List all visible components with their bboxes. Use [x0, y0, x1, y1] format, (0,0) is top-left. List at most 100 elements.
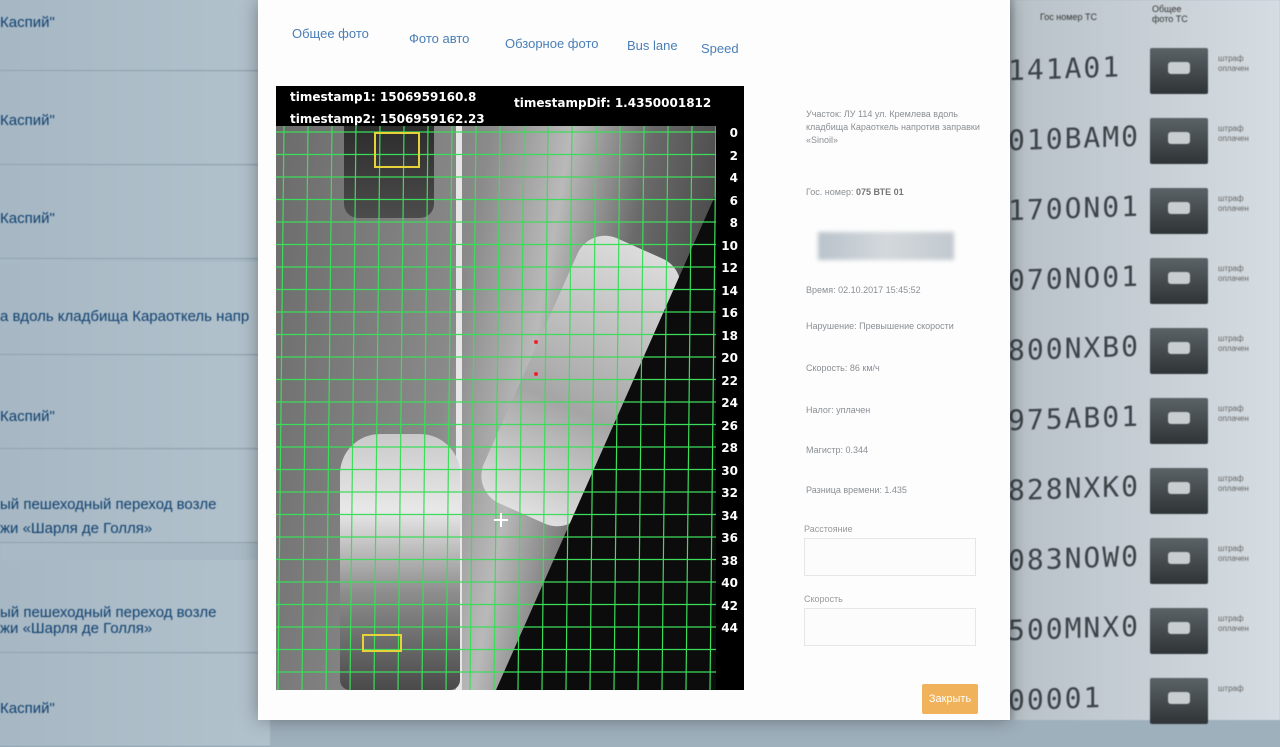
distance-field[interactable]	[804, 538, 976, 576]
tracking-point	[534, 372, 538, 376]
tab-car-photo[interactable]: Фото авто	[409, 31, 469, 46]
grid-line	[469, 126, 477, 690]
car-thumbnail[interactable]	[1150, 538, 1208, 584]
scale-tick-label: 22	[721, 373, 738, 388]
list-item[interactable]: Каспий"	[0, 166, 270, 259]
grid-line	[589, 126, 597, 690]
distance-scale: 0 2 4 6 8 10 12 14 16 18 20 22 24 26 28 30 32 34 36 38 40 42 4…	[712, 126, 738, 644]
grid-line	[325, 126, 333, 690]
list-item[interactable]: Каспий"	[0, 654, 270, 747]
car-thumbnail[interactable]	[1150, 468, 1208, 514]
tab-overview-photo[interactable]: Обзорное фото	[505, 36, 598, 51]
list-item[interactable]: а вдоль кладбища Караоткель напр	[0, 262, 270, 355]
tab-bus-lane[interactable]: Bus lane	[627, 38, 678, 53]
car-thumbnail[interactable]	[1150, 258, 1208, 304]
grid-line	[493, 126, 501, 690]
scale-tick-label: 40	[721, 576, 738, 590]
plate-row: Гос. номер: 075 ВТЕ 01	[806, 186, 981, 199]
table-row[interactable]: 010BAM01 штраф оплачен	[1000, 110, 1280, 180]
scale-tick-label: 26	[721, 418, 738, 433]
tab-speed[interactable]: Speed	[701, 41, 739, 56]
grid-line	[517, 126, 525, 690]
grid-line	[445, 126, 453, 690]
row-note: штраф оплачен	[1218, 264, 1249, 283]
plate-number: 828NXK01	[1008, 469, 1138, 507]
table-row[interactable]: 500MNX01 штраф оплачен	[1000, 600, 1280, 670]
list-item-text: Каспий"	[0, 700, 55, 717]
scale-tick-label: 6	[729, 193, 738, 208]
plate-number: 010BAM01	[1008, 119, 1138, 157]
list-item[interactable]: ый пешеходный переход возле жи «Шарля де…	[0, 450, 270, 543]
plate-number: 170ON01	[1008, 189, 1138, 227]
list-item-text: жи «Шарля де Голля»	[0, 620, 153, 637]
background-list-right: Гос номер ТС Общее фото ТС 141A01 штраф о…	[1000, 0, 1280, 724]
row-note: штраф оплачен	[1218, 54, 1249, 73]
car-thumbnail[interactable]	[1150, 188, 1208, 234]
car-thumbnail[interactable]	[1150, 608, 1208, 654]
grid-line	[685, 126, 693, 690]
timestamp2-label: timestamp2: 1506959162.23	[290, 112, 485, 126]
scale-tick-label: 24	[721, 396, 738, 410]
tax-text: Налог: уплачен	[806, 405, 871, 415]
table-row[interactable]: 800NXB01 штраф оплачен	[1000, 320, 1280, 390]
car-thumbnail[interactable]	[1150, 48, 1208, 94]
tab-general-photo[interactable]: Общее фото	[292, 26, 369, 41]
table-row[interactable]: 070NO01 штраф оплачен	[1000, 250, 1280, 320]
close-button[interactable]: Закрыть	[922, 684, 978, 714]
plate-number: 083NOW01	[1008, 539, 1138, 577]
scale-tick-label: 20	[721, 351, 738, 365]
grid-line	[277, 126, 285, 690]
car-thumbnail[interactable]	[1150, 678, 1208, 724]
row-note: штраф оплачен	[1218, 544, 1249, 563]
timestamp1-label: timestamp1: 1506959160.8	[290, 90, 477, 104]
scale-tick-label: 2	[729, 148, 738, 163]
list-item-text: Каспий"	[0, 210, 55, 227]
plate-number: 500MNX01	[1008, 609, 1138, 647]
speed-camera-image[interactable]: timestamp1: 1506959160.8 timestamp2: 150…	[276, 86, 744, 690]
plate-number: 070NO01	[1008, 259, 1138, 297]
row-note: штраф оплачен	[1218, 474, 1249, 493]
grid-line	[421, 126, 429, 690]
table-row[interactable]: 975AB01 штраф оплачен	[1000, 390, 1280, 460]
list-item[interactable]: Каспий"	[0, 0, 270, 71]
grid-line	[613, 126, 621, 690]
table-row[interactable]: 828NXK01 штраф оплачен	[1000, 460, 1280, 530]
column-header: Общее фото ТС	[1152, 4, 1188, 24]
grid-line	[349, 126, 357, 690]
speed-field[interactable]	[804, 608, 976, 646]
grid-line	[637, 126, 645, 690]
scale-tick-label: 38	[721, 553, 738, 568]
car-thumbnail[interactable]	[1150, 328, 1208, 374]
blurred-plate-image	[818, 232, 954, 260]
speed-field-label: Скорость	[804, 594, 843, 604]
grid-line	[565, 126, 573, 690]
table-row[interactable]: 170ON01 штраф оплачен	[1000, 180, 1280, 250]
table-row[interactable]: 141A01 штраф оплачен	[1000, 40, 1280, 110]
grid-line	[301, 126, 309, 690]
violation-text: Нарушение: Превышение скорости	[806, 321, 954, 331]
list-item-text: Каспий"	[0, 408, 55, 425]
scale-tick-label: 12	[721, 261, 738, 275]
list-item[interactable]: ый пешеходный переход возле жи «Шарля де…	[0, 560, 270, 653]
car-thumbnail[interactable]	[1150, 118, 1208, 164]
time-diff-text: Разница времени: 1.435	[806, 485, 907, 495]
list-item[interactable]: Каспий"	[0, 72, 270, 165]
time-text: Время: 02.10.2017 15:45:52	[806, 285, 921, 295]
table-row[interactable]: 083NOW01 штраф оплачен	[1000, 530, 1280, 600]
row-note: штраф оплачен	[1218, 194, 1249, 213]
car-thumbnail[interactable]	[1150, 398, 1208, 444]
scale-tick-label: 36	[721, 531, 738, 545]
table-row[interactable]: 00001 штраф	[1000, 670, 1280, 740]
background-list-left: Каспий" Каспий" Каспий" а вдоль кладбища…	[0, 0, 270, 747]
row-note: штраф	[1218, 684, 1244, 693]
list-item-text: жи «Шарля де Голля»	[0, 520, 153, 537]
grid-line	[661, 126, 669, 690]
distance-label: Расстояние	[804, 524, 853, 534]
scale-tick-label: 16	[721, 306, 738, 320]
timestamp-diff-label: timestampDif: 1.4350001812	[514, 96, 712, 110]
scale-tick-label: 44	[721, 621, 738, 635]
scale-tick-label: 34	[721, 508, 738, 523]
scale-tick-label: 30	[721, 463, 738, 478]
scale-tick-label: 10	[721, 238, 738, 253]
list-item[interactable]: Каспий"	[0, 356, 270, 449]
